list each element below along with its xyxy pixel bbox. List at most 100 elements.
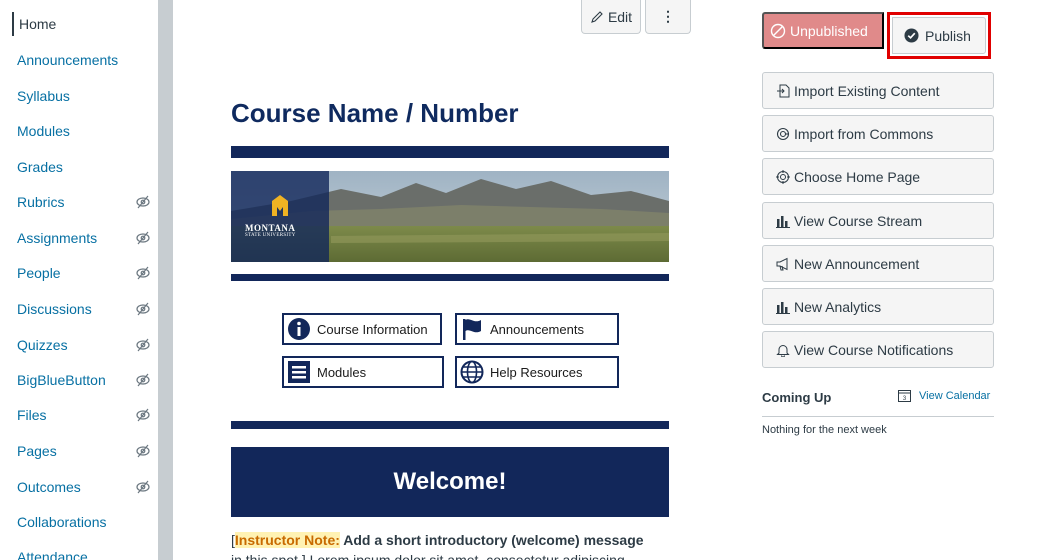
nav-label: People	[17, 265, 61, 281]
kebab-icon: ⋮	[661, 8, 675, 24]
hidden-eye-icon	[136, 231, 150, 245]
nav-label: Grades	[17, 159, 63, 175]
nav-people[interactable]: People	[17, 256, 158, 290]
info-icon	[288, 318, 310, 340]
publish-button[interactable]: Publish	[892, 17, 986, 54]
hidden-eye-icon	[136, 266, 150, 280]
course-information-button[interactable]: Course Information	[282, 313, 442, 345]
more-options-button[interactable]: ⋮	[645, 0, 691, 34]
button-label: New Analytics	[794, 298, 882, 315]
note-label: Instructor Note:	[234, 532, 340, 548]
globe-icon	[460, 360, 484, 384]
page-title: Course Name / Number	[231, 98, 519, 128]
target-icon	[776, 169, 790, 184]
import-existing-content-button[interactable]: Import Existing Content	[762, 72, 994, 109]
hidden-eye-icon	[136, 373, 150, 387]
modules-icon	[288, 361, 310, 383]
hidden-eye-icon	[136, 480, 150, 494]
note-text: Add a short introductory (welcome) messa…	[339, 532, 644, 548]
view-calendar-label: View Calendar	[919, 389, 991, 402]
button-label: View Course Notifications	[794, 341, 954, 358]
publish-highlight-box: Publish	[887, 12, 991, 59]
course-navigation: Home Announcements Syllabus Modules Grad…	[0, 0, 158, 560]
pencil-icon	[591, 10, 603, 23]
nav-scrollbar[interactable]	[158, 0, 173, 560]
modules-button[interactable]: Modules	[282, 356, 444, 388]
unpublished-label: Unpublished	[790, 22, 868, 39]
hidden-eye-icon	[136, 338, 150, 352]
logo-line2: STATE UNIVERSITY	[245, 233, 296, 238]
nav-grades[interactable]: Grades	[17, 150, 158, 184]
view-course-stream-button[interactable]: View Course Stream	[762, 202, 994, 239]
nav-files[interactable]: Files	[17, 398, 158, 432]
nav-syllabus[interactable]: Syllabus	[17, 79, 158, 113]
choose-home-page-button[interactable]: Choose Home Page	[762, 158, 994, 195]
nav-label: Modules	[17, 123, 70, 139]
announcements-button[interactable]: Announcements	[455, 313, 619, 345]
help-resources-button[interactable]: Help Resources	[455, 356, 619, 388]
button-label: Import Existing Content	[794, 82, 940, 99]
bell-icon	[776, 344, 790, 357]
unpublished-icon	[770, 23, 786, 38]
nav-bigbluebutton[interactable]: BigBlueButton	[17, 363, 158, 397]
nav-modules[interactable]: Modules	[17, 114, 158, 148]
edit-button[interactable]: Edit	[581, 0, 641, 34]
nav-label: BigBlueButton	[17, 372, 106, 388]
nav-assignments[interactable]: Assignments	[17, 221, 158, 255]
button-label: Modules	[317, 364, 367, 380]
nav-rubrics[interactable]: Rubrics	[17, 185, 158, 219]
nav-attendance[interactable]: Attendance	[17, 540, 158, 560]
coming-up-empty-text: Nothing for the next week	[762, 424, 887, 436]
flag-icon	[463, 319, 481, 340]
nav-label: Pages	[17, 443, 57, 459]
megaphone-icon	[776, 257, 788, 270]
commons-icon	[776, 127, 790, 140]
calendar-icon: 3	[898, 390, 911, 402]
nav-discussions[interactable]: Discussions	[17, 292, 158, 326]
coming-up-heading: Coming Up	[762, 390, 832, 405]
nav-announcements[interactable]: Announcements	[17, 43, 158, 77]
course-sidebar: Unpublished Publish Import Existing Cont…	[733, 0, 1039, 560]
view-calendar-link[interactable]: 3 View Calendar	[898, 389, 990, 402]
unpublished-button[interactable]: Unpublished	[762, 12, 884, 49]
hidden-eye-icon	[136, 302, 150, 316]
nav-label: Home	[19, 16, 57, 32]
check-circle-icon	[904, 28, 919, 43]
logo-wordmark: MONTANA STATE UNIVERSITY	[245, 223, 296, 238]
new-announcement-button[interactable]: New Announcement	[762, 245, 994, 282]
nav-outcomes[interactable]: Outcomes	[17, 470, 158, 504]
instructor-note: [Instructor Note: Add a short introducto…	[231, 530, 671, 560]
nav-label: Collaborations	[17, 514, 107, 530]
nav-label: Attendance	[17, 549, 88, 560]
button-label: Announcements	[490, 321, 584, 337]
logo-line1: MONTANA	[245, 223, 296, 233]
view-course-notifications-button[interactable]: View Course Notifications	[762, 331, 994, 368]
button-label: Import from Commons	[794, 125, 934, 142]
bar-chart-icon	[776, 215, 790, 228]
welcome-banner: Welcome!	[231, 447, 669, 517]
nav-collaborations[interactable]: Collaborations	[17, 505, 158, 539]
button-label: Course Information	[317, 321, 428, 337]
edit-label: Edit	[607, 8, 633, 25]
nav-home[interactable]: Home	[12, 12, 153, 36]
nav-label: Syllabus	[17, 88, 70, 104]
divider-bar	[231, 421, 669, 429]
sidebar-divider	[762, 416, 994, 417]
page-content: Edit ⋮ Course Name / Number MONTANA STAT…	[173, 0, 733, 560]
divider-bar	[231, 146, 669, 158]
nav-label: Assignments	[17, 230, 98, 246]
hidden-eye-icon	[136, 408, 150, 422]
button-label: Choose Home Page	[794, 168, 921, 185]
nav-pages[interactable]: Pages	[17, 434, 158, 468]
nav-label: Announcements	[17, 52, 119, 68]
import-from-commons-button[interactable]: Import from Commons	[762, 115, 994, 152]
divider-bar	[231, 274, 669, 281]
hidden-eye-icon	[136, 444, 150, 458]
nav-label: Quizzes	[17, 337, 68, 353]
button-label: Help Resources	[490, 364, 583, 380]
nav-label: Files	[17, 407, 47, 423]
note-line2: in this spot.] Lorem ipsum dolor sit ame…	[231, 552, 625, 560]
nav-quizzes[interactable]: Quizzes	[17, 328, 158, 362]
new-analytics-button[interactable]: New Analytics	[762, 288, 994, 325]
hidden-eye-icon	[136, 195, 150, 209]
